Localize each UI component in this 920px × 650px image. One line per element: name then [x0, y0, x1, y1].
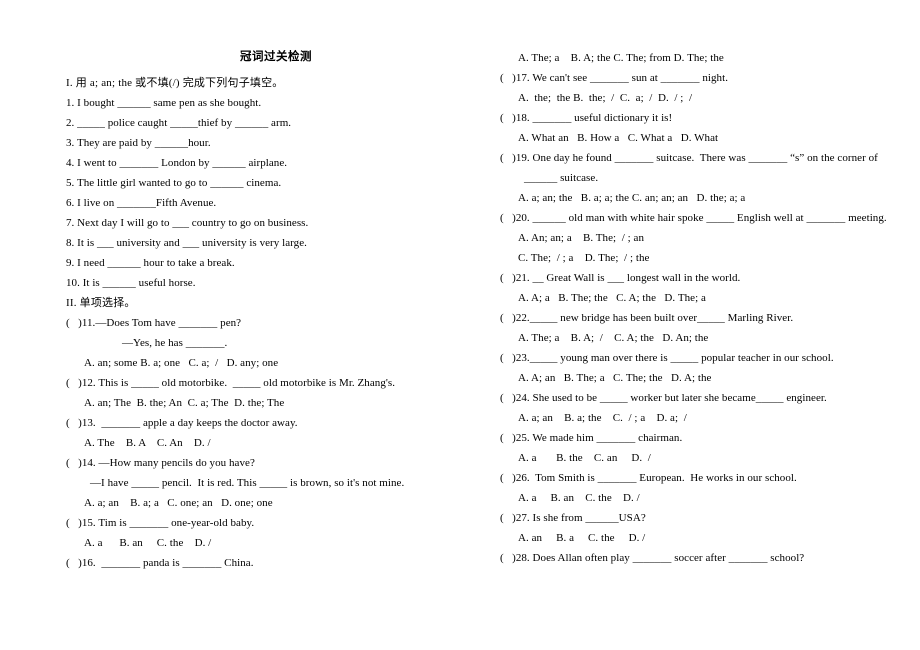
section-heading-1: I. 用 a; an; the 或不填(/) 完成下列句子填空。: [66, 77, 284, 89]
choice-item-11-stem: ( )11.—Does Tom have _______ pen?: [66, 317, 242, 329]
choice-item-22-options: A. The; a B. A; / C. A; the D. An; the: [518, 332, 709, 344]
choice-item-11-stem-cont: —Yes, he has _______.: [122, 337, 228, 349]
choice-item-12-options: A. an; The B. the; An C. a; The D. the; …: [84, 397, 285, 409]
choice-item-25-options: A. a B. the C. an D. /: [518, 452, 651, 464]
choice-item-19-options: A. a; an; the B. a; a; the C. an; an; an…: [518, 192, 746, 204]
fill-in-item-2: 2. _____ police caught _____thief by ___…: [66, 117, 292, 129]
choice-item-20-options-row1: A. An; an; a B. The; / ; an: [518, 232, 644, 244]
choice-item-19-stem: ( )19. One day he found _______ suitcase…: [500, 152, 878, 164]
page-title: 冠词过关检测: [240, 51, 312, 63]
choice-item-13-options: A. The B. A C. An D. /: [84, 437, 211, 449]
choice-item-19-stem-cont: ______ suitcase.: [524, 172, 599, 184]
choice-item-24-options: A. a; an B. a; the C. / ; a D. a; /: [518, 412, 687, 424]
choice-item-15-stem: ( )15. Tim is _______ one-year-old baby.: [66, 517, 255, 529]
choice-item-25-stem: ( )25. We made him _______ chairman.: [500, 432, 683, 444]
fill-in-item-10: 10. It is ______ useful horse.: [66, 277, 196, 289]
document-page: 冠词过关检测 I. 用 a; an; the 或不填(/) 完成下列句子填空。 …: [0, 0, 920, 650]
choice-item-23-options: A. A; an B. The; a C. The; the D. A; the: [518, 372, 712, 384]
fill-in-item-9: 9. I need ______ hour to take a break.: [66, 257, 235, 269]
choice-item-26-stem: ( )26. Tom Smith is _______ European. He…: [500, 472, 797, 484]
right-column: A. The; a B. A; the C. The; from D. The;…: [500, 48, 910, 568]
choice-item-13-stem: ( )13. _______ apple a day keeps the doc…: [66, 417, 298, 429]
fill-in-item-7: 7. Next day I will go to ___ country to …: [66, 217, 309, 229]
fill-in-item-5: 5. The little girl wanted to go to _____…: [66, 177, 282, 189]
fill-in-item-4: 4. I went to _______ London by ______ ai…: [66, 157, 288, 169]
fill-in-item-3: 3. They are paid by ______hour.: [66, 137, 211, 149]
choice-item-18-options: A. What an B. How a C. What a D. What: [518, 132, 719, 144]
choice-item-16-options: A. The; a B. A; the C. The; from D. The;…: [518, 52, 724, 64]
fill-in-item-6: 6. I live on _______Fifth Avenue.: [66, 197, 217, 209]
choice-item-17-options: A. the; the B. the; / C. a; / D. / ; /: [518, 92, 693, 104]
fill-in-item-8: 8. It is ___ university and ___ universi…: [66, 237, 307, 249]
choice-item-12-stem: ( )12. This is _____ old motorbike. ____…: [66, 377, 396, 389]
choice-item-22-stem: ( )22._____ new bridge has been built ov…: [500, 312, 794, 324]
choice-item-21-stem: ( )21. __ Great Wall is ___ longest wall…: [500, 272, 741, 284]
choice-item-27-options: A. an B. a C. the D. /: [518, 532, 646, 544]
choice-item-21-options: A. A; a B. The; the C. A; the D. The; a: [518, 292, 706, 304]
choice-item-28-stem: ( )28. Does Allan often play _______ soc…: [500, 552, 805, 564]
section-heading-2: II. 单项选择。: [66, 297, 136, 309]
choice-item-17-stem: ( )17. We can't see _______ sun at _____…: [500, 72, 728, 84]
choice-item-20-options-row2: C. The; / ; a D. The; / ; the: [518, 252, 650, 264]
choice-item-16-stem: ( )16. _______ panda is _______ China.: [66, 557, 254, 569]
choice-item-14-stem: ( )14. —How many pencils do you have?: [66, 457, 255, 469]
choice-item-15-options: A. a B. an C. the D. /: [84, 537, 212, 549]
choice-item-27-stem: ( )27. Is she from ______USA?: [500, 512, 646, 524]
choice-item-14-stem-cont: —I have _____ pencil. It is red. This __…: [90, 477, 405, 489]
choice-item-23-stem: ( )23._____ young man over there is ____…: [500, 352, 834, 364]
choice-item-14-options: A. a; an B. a; a C. one; an D. one; one: [84, 497, 273, 509]
choice-item-26-options: A. a B. an C. the D. /: [518, 492, 640, 504]
choice-item-18-stem: ( )18. _______ useful dictionary it is!: [500, 112, 673, 124]
choice-item-20-stem: ( )20. ______ old man with white hair sp…: [500, 212, 887, 224]
fill-in-item-1: 1. I bought ______ same pen as she bough…: [66, 97, 262, 109]
choice-item-11-options: A. an; some B. a; one C. a; / D. any; on…: [84, 357, 279, 369]
choice-item-24-stem: ( )24. She used to be _____ worker but l…: [500, 392, 827, 404]
left-column: 冠词过关检测 I. 用 a; an; the 或不填(/) 完成下列句子填空。 …: [66, 48, 466, 573]
